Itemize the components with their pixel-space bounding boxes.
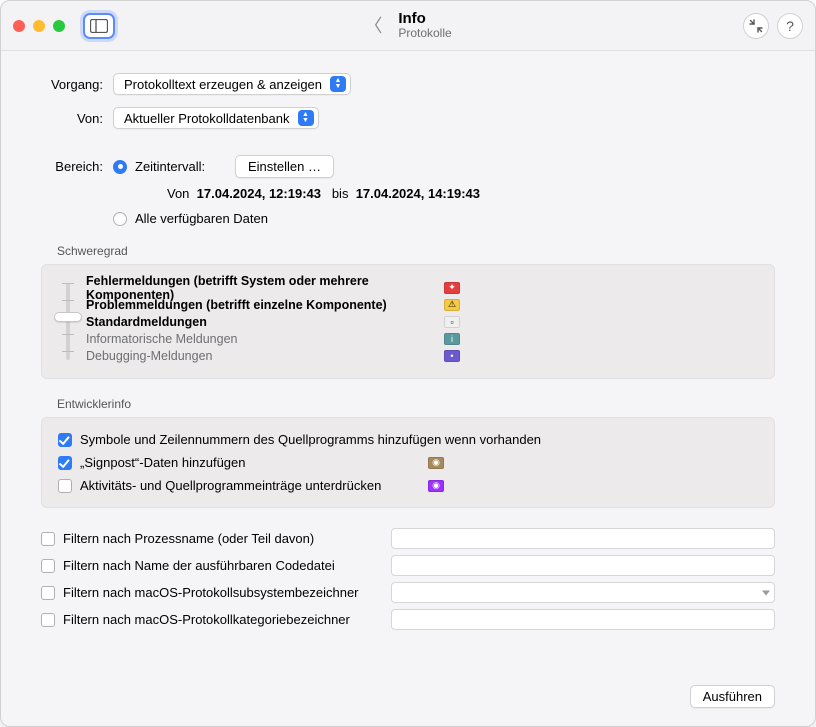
window-subtitle: Protokolle bbox=[398, 27, 451, 41]
traffic-lights bbox=[13, 20, 65, 32]
checkbox-symbols-label: Symbole und Zeilennummern des Quellprogr… bbox=[80, 432, 758, 447]
window: 〈 Info Protokolle ? Vorgang: Protokollt bbox=[0, 0, 816, 727]
vorgang-select[interactable]: Protokolltext erzeugen & anzeigen ▲▼ bbox=[113, 73, 351, 95]
severity-row: Standardmeldungen▫ bbox=[86, 313, 758, 330]
vorgang-label: Vorgang: bbox=[41, 77, 103, 92]
severity-label: Debugging-Meldungen bbox=[86, 349, 444, 363]
suppress-badge-icon: ◉ bbox=[428, 480, 444, 492]
checkbox-suppress-label: Aktivitäts- und Quellprogrammeinträge un… bbox=[80, 478, 428, 493]
severity-badge-icon: i bbox=[444, 333, 460, 345]
filter-category-input[interactable] bbox=[391, 609, 775, 630]
dev-section-label: Entwicklerinfo bbox=[57, 397, 775, 411]
filter-process-label: Filtern nach Prozessname (oder Teil davo… bbox=[63, 531, 314, 546]
severity-label: Informatorische Meldungen bbox=[86, 332, 444, 346]
back-button[interactable]: 〈 bbox=[364, 12, 382, 38]
severity-row: Fehlermeldungen (betrifft System oder me… bbox=[86, 279, 758, 296]
severity-row: Problemmeldungen (betrifft einzelne Komp… bbox=[86, 296, 758, 313]
severity-row: Debugging-Meldungen• bbox=[86, 347, 758, 364]
severity-badge-icon: ✦ bbox=[444, 282, 460, 294]
minimize-button[interactable] bbox=[33, 20, 45, 32]
severity-slider[interactable] bbox=[58, 279, 78, 364]
einstellen-button[interactable]: Einstellen … bbox=[235, 155, 334, 178]
radio-zeitintervall-label: Zeitintervall: bbox=[135, 159, 235, 174]
severity-section-label: Schweregrad bbox=[57, 244, 775, 258]
select-arrows-icon: ▲▼ bbox=[298, 110, 314, 126]
radio-alle-daten[interactable] bbox=[113, 212, 127, 226]
filter-exec-input[interactable] bbox=[391, 555, 775, 576]
sidebar-toggle-button[interactable] bbox=[83, 13, 115, 39]
vorgang-value: Protokolltext erzeugen & anzeigen bbox=[124, 77, 322, 92]
severity-label: Problemmeldungen (betrifft einzelne Komp… bbox=[86, 298, 444, 312]
severity-group: Fehlermeldungen (betrifft System oder me… bbox=[41, 264, 775, 379]
radio-zeitintervall[interactable] bbox=[113, 160, 127, 174]
checkbox-signpost-label: „Signpost“-Daten hinzufügen bbox=[80, 455, 428, 470]
filter-category-label: Filtern nach macOS-Protokollkategoriebez… bbox=[63, 612, 350, 627]
checkbox-filter-category[interactable] bbox=[41, 613, 55, 627]
close-button[interactable] bbox=[13, 20, 25, 32]
dev-group: Symbole und Zeilennummern des Quellprogr… bbox=[41, 417, 775, 508]
checkbox-suppress[interactable] bbox=[58, 479, 72, 493]
severity-badge-icon: • bbox=[444, 350, 460, 362]
radio-alle-daten-label: Alle verfügbaren Daten bbox=[135, 211, 268, 226]
titlebar: 〈 Info Protokolle ? bbox=[1, 1, 815, 51]
von-label: Von: bbox=[41, 111, 103, 126]
von-select[interactable]: Aktueller Protokolldatenbank ▲▼ bbox=[113, 107, 319, 129]
collapse-icon bbox=[749, 19, 763, 33]
filter-subsystem-label: Filtern nach macOS-Protokollsubsystembez… bbox=[63, 585, 359, 600]
severity-row: Informatorische Meldungeni bbox=[86, 330, 758, 347]
range-display: Von 17.04.2024, 12:19:43 bis 17.04.2024,… bbox=[167, 186, 775, 201]
filter-subsystem-combo[interactable] bbox=[391, 582, 775, 603]
checkbox-signpost[interactable] bbox=[58, 456, 72, 470]
checkbox-filter-exec[interactable] bbox=[41, 559, 55, 573]
severity-label: Standardmeldungen bbox=[86, 315, 444, 329]
window-title: Info bbox=[398, 10, 451, 27]
help-button[interactable]: ? bbox=[777, 13, 803, 39]
checkbox-symbols[interactable] bbox=[58, 433, 72, 447]
checkbox-filter-subsystem[interactable] bbox=[41, 586, 55, 600]
von-value: Aktueller Protokolldatenbank bbox=[124, 111, 290, 126]
filter-exec-label: Filtern nach Name der ausführbaren Coded… bbox=[63, 558, 335, 573]
collapse-button[interactable] bbox=[743, 13, 769, 39]
filter-process-input[interactable] bbox=[391, 528, 775, 549]
severity-badge-icon: ⚠ bbox=[444, 299, 460, 311]
content: Vorgang: Protokolltext erzeugen & anzeig… bbox=[1, 51, 815, 654]
bereich-label: Bereich: bbox=[41, 159, 103, 174]
checkbox-filter-process[interactable] bbox=[41, 532, 55, 546]
sidebar-icon bbox=[90, 19, 108, 33]
title-area: 〈 Info Protokolle bbox=[364, 10, 451, 41]
severity-badge-icon: ▫ bbox=[444, 316, 460, 328]
select-arrows-icon: ▲▼ bbox=[330, 76, 346, 92]
zoom-button[interactable] bbox=[53, 20, 65, 32]
execute-button[interactable]: Ausführen bbox=[690, 685, 775, 708]
severity-thumb[interactable] bbox=[54, 312, 82, 322]
signpost-badge-icon: ◉ bbox=[428, 457, 444, 469]
